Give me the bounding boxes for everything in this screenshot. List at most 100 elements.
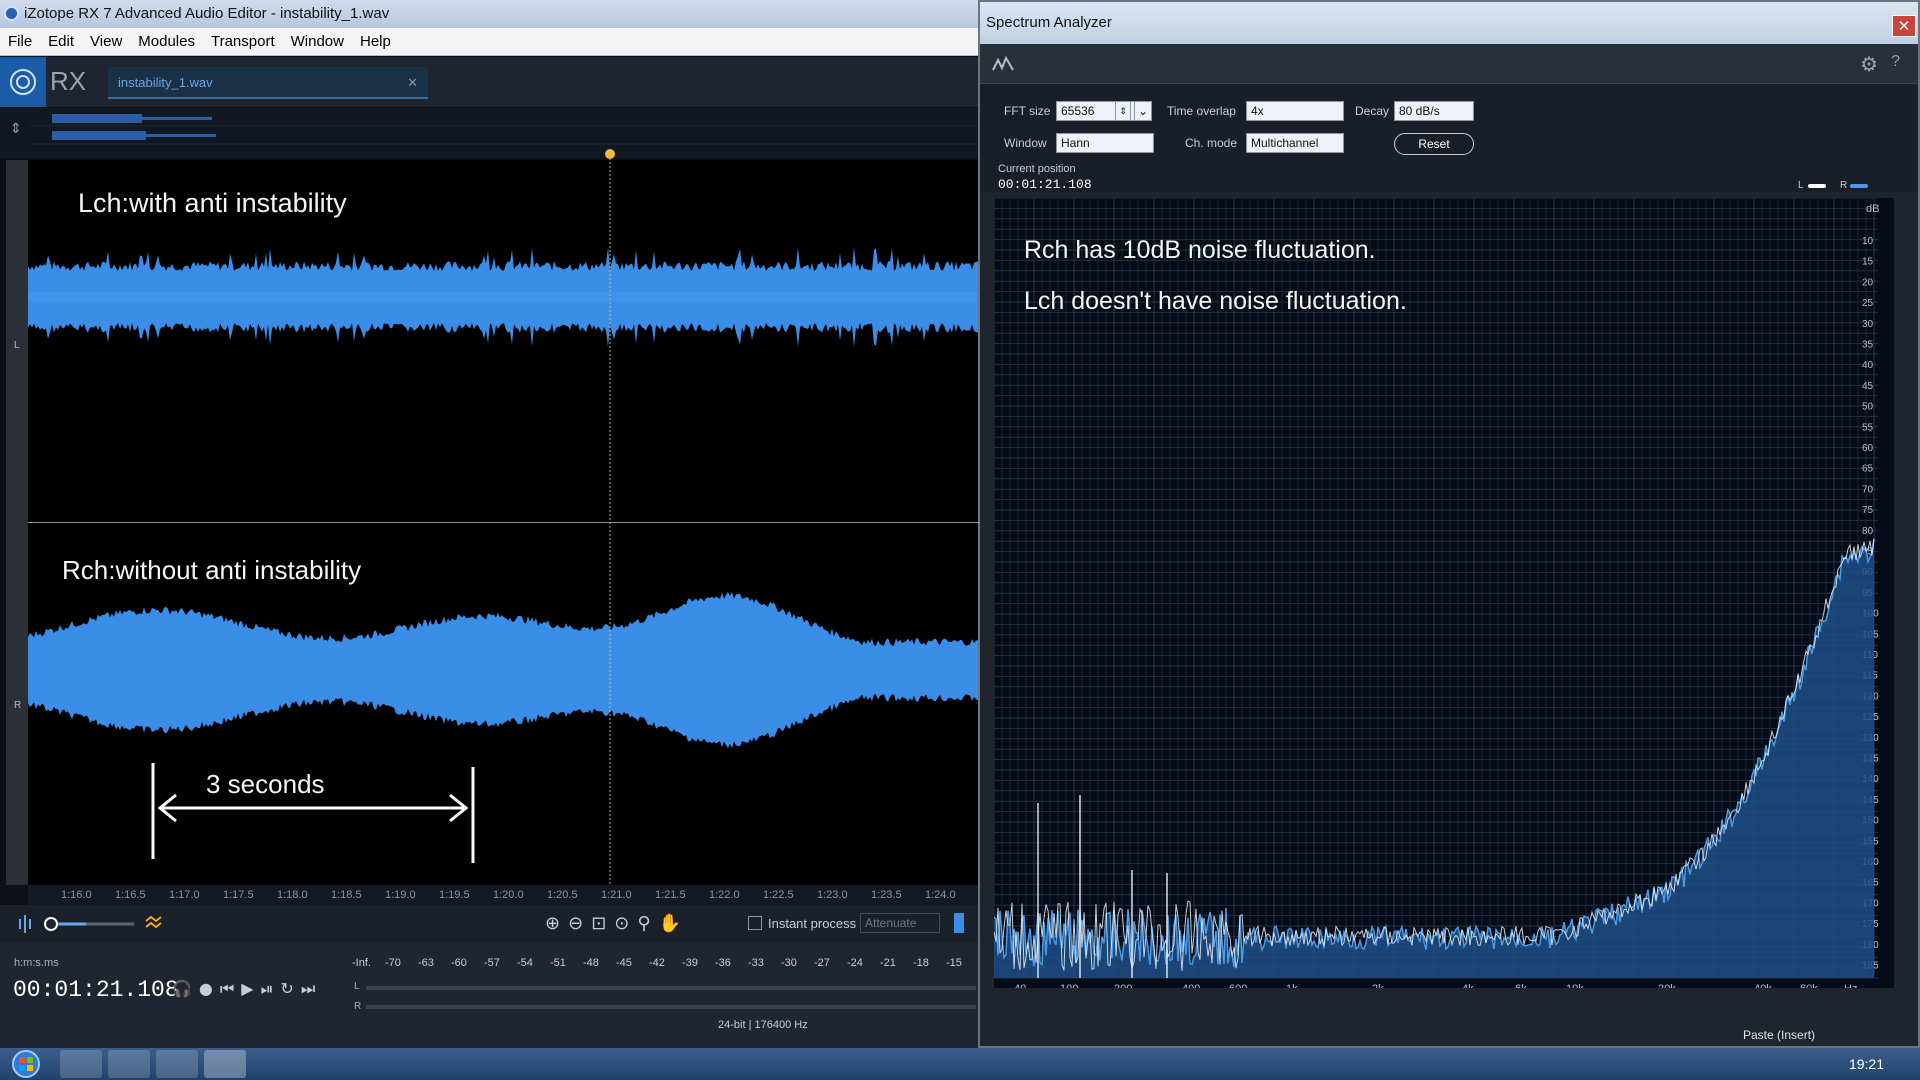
start-button-icon[interactable] <box>8 1049 44 1079</box>
db-unit-label: dB <box>1866 203 1879 215</box>
zoom-selection-icon[interactable]: ⊡ <box>591 913 606 934</box>
spectrum-plot[interactable]: dB10152025303540455055606570758085909510… <box>993 197 1894 995</box>
menu-file[interactable]: File <box>0 28 40 55</box>
waveform-left-channel[interactable]: Lch:with anti instability <box>28 160 980 522</box>
headphones-icon[interactable]: 🎧 <box>172 979 192 999</box>
waveform-right-channel[interactable]: Rch:without anti instability 3 seconds <box>28 523 980 885</box>
menu-window[interactable]: Window <box>283 28 352 55</box>
chmode-dropdown[interactable]: Multichannel <box>1246 133 1344 153</box>
menu-edit[interactable]: Edit <box>40 28 82 55</box>
db-tick-label: 15 <box>1862 257 1874 268</box>
menu-bar: File Edit View Modules Transport Window … <box>0 28 980 56</box>
chmode-label: Ch. mode <box>1185 136 1238 150</box>
hand-tool-icon[interactable]: ✋ <box>659 913 681 934</box>
menu-help[interactable]: Help <box>352 28 399 55</box>
meter-tick-label: -24 <box>847 957 863 969</box>
fft-size-stepper-icon[interactable]: ⇕ <box>1115 101 1131 121</box>
ruler-tick-label: 1:22.5 <box>763 889 794 901</box>
db-tick-label: 45 <box>1862 381 1874 392</box>
freq-tick-label: 4k <box>1462 983 1474 988</box>
ruler-tick-label: 1:17.5 <box>223 889 254 901</box>
taskbar-browser-icon[interactable] <box>156 1050 198 1078</box>
transport-bar: h:m:s.ms 00:01:21.108 🎧 ● ⏮ ▶ ⏯ ↻ ⏭ -Inf… <box>0 943 980 1048</box>
magnify-icon[interactable]: ⚲ <box>637 913 650 934</box>
record-icon[interactable]: ● <box>199 979 213 999</box>
fft-size-dropdown-icon[interactable]: ⌄ <box>1134 101 1152 121</box>
db-tick-label: 60 <box>1862 443 1874 454</box>
menu-view[interactable]: View <box>82 28 130 55</box>
meter-tick-label: -54 <box>517 957 533 969</box>
window-dropdown[interactable]: Hann <box>1056 133 1154 153</box>
close-tab-icon[interactable]: ✕ <box>407 67 418 99</box>
db-tick-label: 70 <box>1862 484 1874 495</box>
reset-button[interactable]: Reset <box>1394 133 1474 155</box>
taskbar-app-1[interactable] <box>60 1050 102 1078</box>
ruler-tick-label: 1:24.0 <box>925 889 956 901</box>
db-tick-label: 30 <box>1862 319 1874 330</box>
waveform-overview[interactable]: ⇕ <box>0 108 980 158</box>
db-tick-label: 75 <box>1862 505 1874 516</box>
attenuate-dropdown[interactable]: Attenuate <box>860 913 940 933</box>
skip-back-icon[interactable]: ⏮ <box>220 979 234 999</box>
help-icon[interactable]: ? <box>1891 53 1900 71</box>
ruler-tick-label: 1:23.0 <box>817 889 848 901</box>
bottom-toolbar: ⊕ ⊖ ⊡ ⊙ ⚲ ✋ Instant process Attenuate <box>0 905 980 943</box>
file-tab[interactable]: instability_1.wav ✕ <box>108 67 428 99</box>
rx-logo-text: RX <box>50 66 87 96</box>
channel-label-left: L <box>14 340 20 351</box>
fft-size-label: FFT size <box>1004 104 1051 118</box>
meter-tick-label: -48 <box>583 957 599 969</box>
freq-tick-label: 6k <box>1515 983 1527 988</box>
zoom-in-icon[interactable]: ⊕ <box>545 913 560 934</box>
menu-modules[interactable]: Modules <box>130 28 203 55</box>
playhead[interactable] <box>600 148 620 888</box>
window-titlebar: iZotope RX 7 Advanced Audio Editor - ins… <box>0 0 980 28</box>
waveform-view-icon[interactable] <box>19 915 31 933</box>
freq-tick-label: 100 <box>1060 983 1078 988</box>
time-overlap-dropdown[interactable]: 4x <box>1246 101 1344 121</box>
taskbar: 19:21 <box>0 1048 1920 1080</box>
meter-tick-label: -57 <box>484 957 500 969</box>
meter-right-label: R <box>354 1001 362 1012</box>
play-selection-icon[interactable]: ⏯ <box>261 979 274 999</box>
ruler-tick-label: 1:19.5 <box>439 889 470 901</box>
zoom-out-icon[interactable]: ⊖ <box>568 913 583 934</box>
zoom-fit-icon[interactable]: ⊙ <box>614 913 629 934</box>
channel-divider <box>28 522 980 523</box>
spectrogram-view-icon[interactable] <box>145 915 162 929</box>
close-window-button[interactable]: ✕ <box>1892 15 1916 37</box>
ruler-tick-label: 1:19.0 <box>385 889 416 901</box>
db-tick-label: 50 <box>1862 402 1874 413</box>
spectrum-analyzer-window: Spectrum Analyzer ✕ ⚙ ? FFT size 65536 ⇕… <box>978 0 1920 1048</box>
play-icon[interactable]: ▶ <box>241 979 253 999</box>
spectrum-icon <box>992 55 1014 71</box>
menu-transport[interactable]: Transport <box>203 28 283 55</box>
collapse-icon[interactable]: ⇕ <box>10 121 22 137</box>
meter-tick-label: -70 <box>385 957 401 969</box>
meter-tick-label: -63 <box>418 957 434 969</box>
loop-icon[interactable]: ↻ <box>280 979 293 999</box>
ruler-tick-label: 1:20.0 <box>493 889 524 901</box>
opacity-slider-thumb[interactable] <box>44 917 58 931</box>
annotation-left: Lch:with anti instability <box>78 188 347 218</box>
meter-tick-label: -21 <box>880 957 896 969</box>
ruler-tick-label: 1:18.0 <box>277 889 308 901</box>
settings-gear-icon[interactable]: ⚙ <box>1860 52 1878 76</box>
taskbar-clock: 19:21 <box>1848 1056 1884 1072</box>
meter-tick-label: -39 <box>682 957 698 969</box>
ruler-tick-label: 1:21.0 <box>601 889 632 901</box>
time-ruler[interactable]: 1:16.0 1:16.5 1:17.0 1:17.5 1:18.0 1:18.5 1:19… <box>28 885 980 905</box>
rx-header: RX instability_1.wav ✕ <box>0 57 980 107</box>
format-info: 24-bit | 176400 Hz <box>718 1019 808 1031</box>
current-position-value: 00:01:21.108 <box>998 177 1092 192</box>
decay-dropdown[interactable]: 80 dB/s <box>1394 101 1474 121</box>
taskbar-folder-icon[interactable] <box>108 1050 150 1078</box>
freq-tick-label: 10k <box>1566 983 1584 988</box>
taskbar-rx-icon[interactable] <box>204 1050 246 1078</box>
time-format-selector[interactable]: h:m:s.ms <box>14 957 59 969</box>
skip-end-icon[interactable]: ⏭ <box>301 979 315 999</box>
meter-toggle[interactable] <box>954 913 964 933</box>
time-display: 00:01:21.108 <box>13 977 179 1003</box>
rx-logo-icon <box>0 57 46 107</box>
instant-process-checkbox[interactable] <box>748 916 762 930</box>
